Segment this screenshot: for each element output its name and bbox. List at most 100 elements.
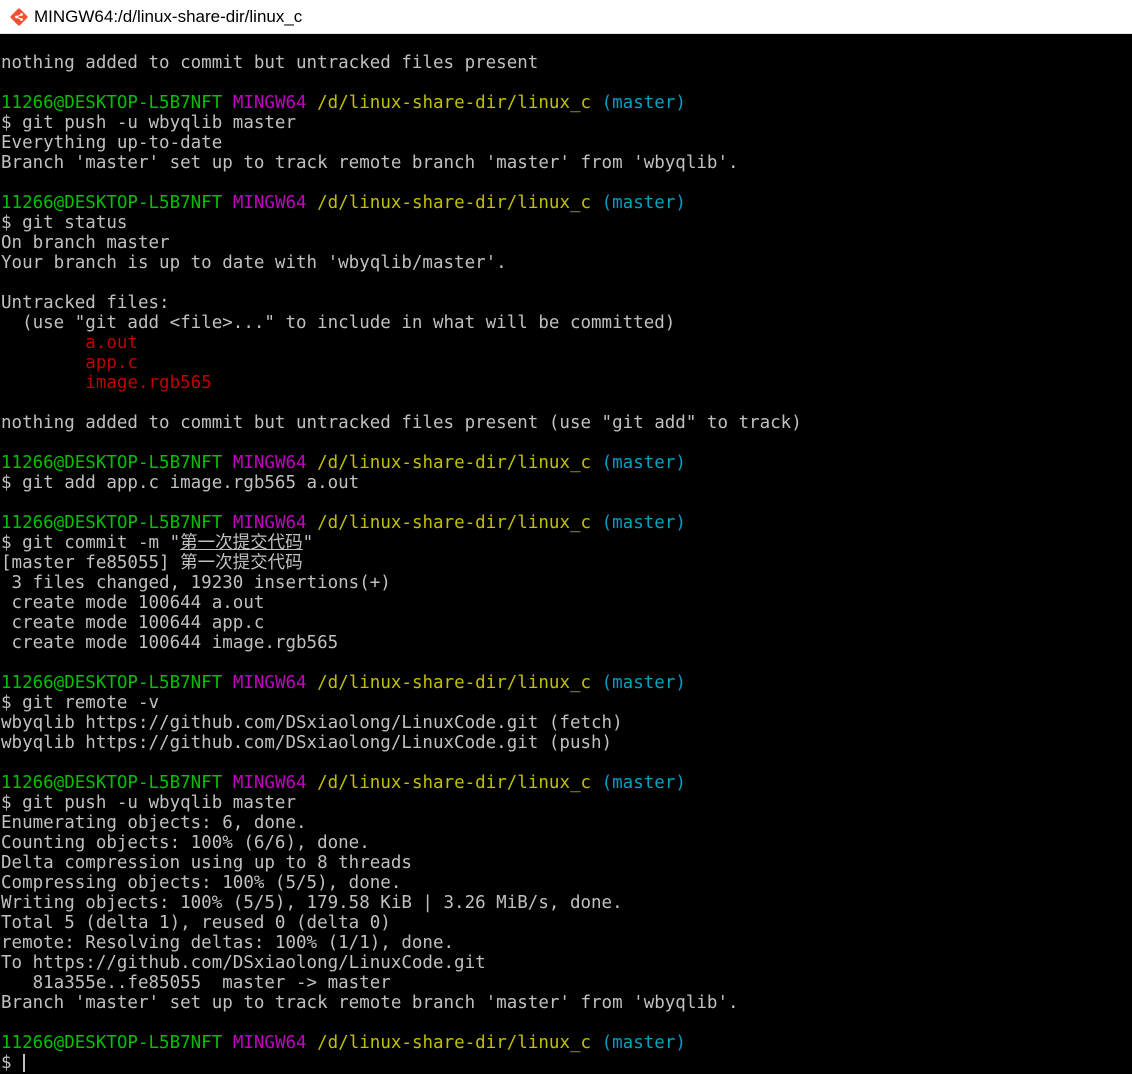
terminal-text: nothing added to commit but untracked fi…: [1, 413, 802, 433]
terminal-text-magenta: MINGW64: [232, 93, 307, 113]
terminal-text-green: 11266@DESKTOP-L5B7NFT: [1, 453, 223, 473]
terminal-text-red: a.out: [85, 333, 138, 353]
terminal-text: $: [1, 1053, 23, 1073]
terminal-line: On branch master: [1, 233, 802, 253]
terminal-text-red: app.c: [85, 353, 138, 373]
terminal-line: Compressing objects: 100% (5/5), done.: [1, 873, 802, 893]
terminal-line: Counting objects: 100% (6/6), done.: [1, 833, 802, 853]
terminal-text: Total 5 (delta 1), reused 0 (delta 0): [1, 913, 391, 933]
terminal-output[interactable]: nothing added to commit but untracked fi…: [0, 34, 1132, 1074]
terminal-text: wbyqlib https://github.com/DSxiaolong/Li…: [1, 733, 613, 753]
terminal-lines: nothing added to commit but untracked fi…: [1, 53, 802, 1073]
terminal-text-magenta: MINGW64: [232, 673, 307, 693]
terminal-text-yellow: /d/linux-share-dir/linux_c: [317, 193, 592, 213]
terminal-text: Everything up-to-date: [1, 133, 223, 153]
terminal-text: $ git commit -m ": [1, 533, 181, 553]
terminal-line: $ git commit -m "第一次提交代码": [1, 533, 802, 553]
terminal-line: create mode 100644 a.out: [1, 593, 802, 613]
terminal-text: nothing added to commit but untracked fi…: [1, 53, 539, 73]
terminal-line: 11266@DESKTOP-L5B7NFT MINGW64 /d/linux-s…: [1, 1033, 802, 1053]
terminal-text: Branch 'master' set up to track remote b…: [1, 993, 739, 1013]
terminal-text-green: 11266@DESKTOP-L5B7NFT: [1, 193, 223, 213]
terminal-text-cyan: (master): [601, 673, 686, 693]
terminal-text: To https://github.com/DSxiaolong/LinuxCo…: [1, 953, 486, 973]
terminal-text: $ git push -u wbyqlib master: [1, 113, 297, 133]
terminal-window: MINGW64:/d/linux-share-dir/linux_c nothi…: [0, 0, 1132, 1074]
terminal-line: Delta compression using up to 8 threads: [1, 853, 802, 873]
terminal-text-magenta: MINGW64: [232, 453, 307, 473]
terminal-text: (use "git add <file>..." to include in w…: [1, 313, 676, 333]
terminal-line: a.out: [1, 333, 802, 353]
terminal-line: $ git status: [1, 213, 802, 233]
terminal-text: $ git status: [1, 213, 128, 233]
terminal-line: wbyqlib https://github.com/DSxiaolong/Li…: [1, 713, 802, 733]
terminal-text-yellow: /d/linux-share-dir/linux_c: [317, 773, 592, 793]
terminal-line: app.c: [1, 353, 802, 373]
terminal-text: wbyqlib https://github.com/DSxiaolong/Li…: [1, 713, 623, 733]
terminal-line: image.rgb565: [1, 373, 802, 393]
terminal-text: Untracked files:: [1, 293, 170, 313]
terminal-text-green: 11266@DESKTOP-L5B7NFT: [1, 93, 223, 113]
terminal-line: Branch 'master' set up to track remote b…: [1, 153, 802, 173]
terminal-line: To https://github.com/DSxiaolong/LinuxCo…: [1, 953, 802, 973]
terminal-text: $ git push -u wbyqlib master: [1, 793, 297, 813]
terminal-line: remote: Resolving deltas: 100% (1/1), do…: [1, 933, 802, 953]
terminal-text: Delta compression using up to 8 threads: [1, 853, 412, 873]
terminal-text: Enumerating objects: 6, done.: [1, 813, 307, 833]
terminal-line: 11266@DESKTOP-L5B7NFT MINGW64 /d/linux-s…: [1, 93, 802, 113]
terminal-line: Your branch is up to date with 'wbyqlib/…: [1, 253, 802, 273]
terminal-line: 11266@DESKTOP-L5B7NFT MINGW64 /d/linux-s…: [1, 673, 802, 693]
terminal-text: 3 files changed, 19230 insertions(+): [1, 573, 391, 593]
terminal-line: Everything up-to-date: [1, 133, 802, 153]
terminal-text: Branch 'master' set up to track remote b…: [1, 153, 739, 173]
terminal-line: create mode 100644 image.rgb565: [1, 633, 802, 653]
window-title: MINGW64:/d/linux-share-dir/linux_c: [34, 6, 303, 26]
git-bash-icon: [10, 7, 28, 26]
terminal-text-cyan: (master): [601, 513, 686, 533]
title-bar[interactable]: MINGW64:/d/linux-share-dir/linux_c: [0, 0, 1132, 34]
terminal-text-yellow: /d/linux-share-dir/linux_c: [317, 673, 592, 693]
terminal-text-magenta: MINGW64: [232, 1033, 307, 1053]
terminal-text-yellow: /d/linux-share-dir/linux_c: [317, 1033, 592, 1053]
terminal-text-red: image.rgb565: [85, 373, 212, 393]
terminal-text-cyan: (master): [601, 193, 686, 213]
terminal-text-yellow: /d/linux-share-dir/linux_c: [317, 93, 592, 113]
terminal-line: Writing objects: 100% (5/5), 179.58 KiB …: [1, 893, 802, 913]
terminal-line: $: [1, 1053, 802, 1073]
terminal-text-green: 11266@DESKTOP-L5B7NFT: [1, 513, 223, 533]
terminal-line: $ git push -u wbyqlib master: [1, 793, 802, 813]
terminal-line: $ git add app.c image.rgb565 a.out: [1, 473, 802, 493]
terminal-text-magenta: MINGW64: [232, 773, 307, 793]
terminal-line: Enumerating objects: 6, done.: [1, 813, 802, 833]
terminal-line: 11266@DESKTOP-L5B7NFT MINGW64 /d/linux-s…: [1, 453, 802, 473]
terminal-line: 3 files changed, 19230 insertions(+): [1, 573, 802, 593]
text-cursor: [23, 1054, 26, 1072]
terminal-text: Your branch is up to date with 'wbyqlib/…: [1, 253, 507, 273]
terminal-text-cyan: (master): [601, 93, 686, 113]
terminal-text: create mode 100644 image.rgb565: [1, 633, 339, 653]
terminal-line: nothing added to commit but untracked fi…: [1, 413, 802, 433]
terminal-text-cyan: (master): [601, 773, 686, 793]
terminal-text: 第一次提交代码: [180, 533, 303, 553]
